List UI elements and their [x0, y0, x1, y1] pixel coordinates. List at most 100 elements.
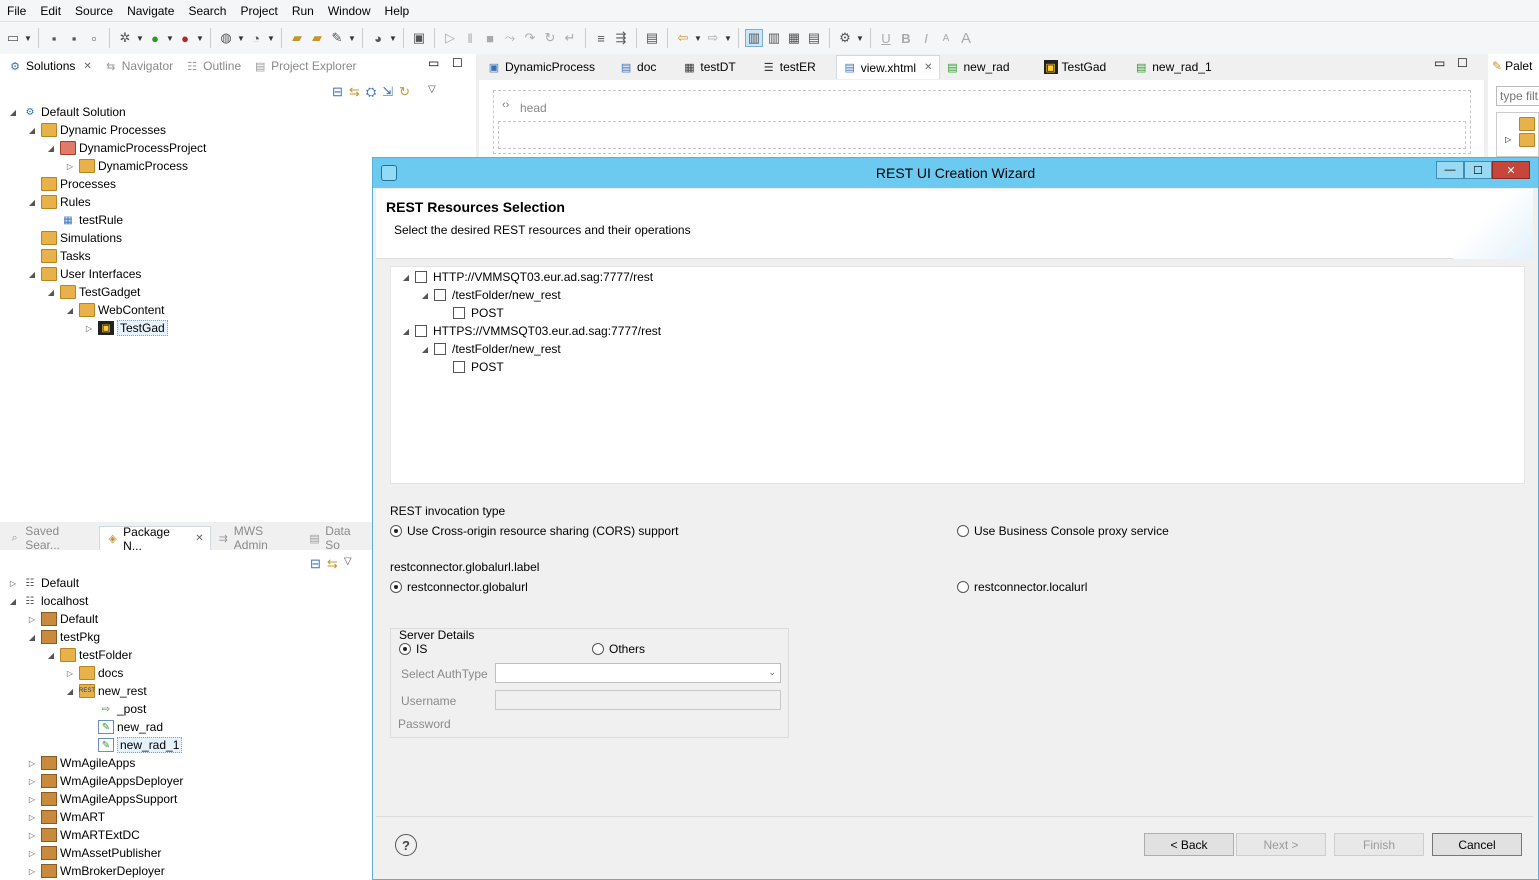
tree-item[interactable]: ⇨ _post: [84, 700, 147, 718]
tree-item[interactable]: ✎ new_rad_1: [84, 736, 183, 754]
chevron-down-icon[interactable]: ▼: [136, 34, 144, 43]
suspend-icon[interactable]: ‖: [461, 29, 479, 47]
layout-horizontal-icon[interactable]: ▥: [745, 29, 763, 47]
tree-item[interactable]: ◢ User Interfaces: [27, 265, 141, 283]
radio-icon[interactable]: [592, 643, 604, 655]
link-editor-icon[interactable]: ⇆: [349, 84, 360, 100]
collapsed-icon[interactable]: ▷: [27, 795, 37, 804]
expanded-icon[interactable]: ◢: [8, 597, 18, 606]
expanded-icon[interactable]: ◢: [401, 327, 411, 336]
resource-node[interactable]: ◢ HTTP://VMMSQT03.eur.ad.sag:7777/rest: [401, 268, 653, 286]
tab-mws-admin[interactable]: ⇉ MWS Admin: [211, 526, 302, 552]
chevron-down-icon[interactable]: ▼: [724, 34, 732, 43]
tab-palette[interactable]: ✎ Palet: [1492, 59, 1532, 73]
tree-item[interactable]: ▷ WmAssetPublisher: [27, 844, 161, 862]
open-folder-icon[interactable]: ▰: [288, 29, 306, 47]
resource-node[interactable]: POST: [439, 304, 504, 322]
is-radio[interactable]: IS: [399, 642, 427, 656]
link-editor-icon[interactable]: ⇆: [327, 556, 338, 572]
tab-testdt[interactable]: ▦ testDT: [676, 55, 741, 79]
expanded-icon[interactable]: ◢: [8, 108, 18, 117]
save-all-icon[interactable]: ▪: [65, 29, 83, 47]
view-menu-icon[interactable]: ▽: [344, 556, 352, 572]
tree-item[interactable]: ◢ Dynamic Processes: [27, 121, 166, 139]
print-icon[interactable]: ▫: [85, 29, 103, 47]
operation-checkbox[interactable]: [453, 361, 465, 373]
resource-checkbox[interactable]: [415, 325, 427, 337]
tree-item[interactable]: ◢ ☷ localhost: [8, 592, 88, 610]
italic-icon[interactable]: I: [917, 29, 935, 47]
tab-data-sources[interactable]: ▤ Data So: [302, 526, 372, 552]
tree-item[interactable]: ▷ ☷ Default: [8, 574, 79, 592]
menu-project[interactable]: Project: [233, 0, 284, 22]
menu-file[interactable]: File: [0, 0, 33, 22]
collapsed-icon[interactable]: ▷: [1505, 135, 1511, 144]
console-icon[interactable]: ▣: [410, 29, 428, 47]
tab-doc[interactable]: ▤ doc: [613, 55, 662, 79]
expanded-icon[interactable]: ◢: [401, 273, 411, 282]
tree-item[interactable]: ▷ WmARTExtDC: [27, 826, 140, 844]
globalurl-radio[interactable]: restconnector.globalurl: [390, 580, 528, 594]
tree-item[interactable]: ▷ WmART: [27, 808, 105, 826]
bold-icon[interactable]: B: [897, 29, 915, 47]
proxy-radio[interactable]: Use Business Console proxy service: [957, 524, 1169, 538]
maximize-icon[interactable]: ☐: [1457, 56, 1468, 70]
step-into-icon[interactable]: ↷: [521, 29, 539, 47]
step-return-icon[interactable]: ↵: [561, 29, 579, 47]
perspective-icon[interactable]: ◕: [369, 29, 387, 47]
tree-item[interactable]: ◢ Rules: [27, 193, 91, 211]
step-over-icon[interactable]: ↻: [541, 29, 559, 47]
tree-item[interactable]: ◢ REST new_rest: [65, 682, 147, 700]
minimize-icon[interactable]: —: [1436, 161, 1464, 179]
open-project-icon[interactable]: ▰: [308, 29, 326, 47]
expanded-icon[interactable]: ◢: [46, 288, 56, 297]
terminate-icon[interactable]: ■: [481, 29, 499, 47]
resource-checkbox[interactable]: [434, 289, 446, 301]
filter-icon[interactable]: ⛭: [366, 84, 376, 100]
finish-button[interactable]: Finish: [1334, 833, 1424, 856]
external-tools-icon[interactable]: ●: [176, 29, 194, 47]
collapsed-icon[interactable]: ▷: [27, 831, 37, 840]
close-icon[interactable]: ✕: [1492, 161, 1530, 179]
dialog-titlebar[interactable]: REST UI Creation Wizard — ☐ ✕: [373, 158, 1538, 188]
collapse-all-icon[interactable]: ⊟: [310, 556, 321, 572]
collapsed-icon[interactable]: ▷: [84, 324, 94, 333]
menu-edit[interactable]: Edit: [33, 0, 68, 22]
chevron-down-icon[interactable]: ▼: [237, 34, 245, 43]
tab-testgad[interactable]: ▣ TestGad: [1038, 55, 1113, 79]
tree-item[interactable]: ▷ ▣ TestGad: [84, 319, 168, 337]
design-canvas[interactable]: ‹› head: [493, 90, 1471, 154]
expanded-icon[interactable]: ◢: [27, 126, 37, 135]
expanded-icon[interactable]: ◢: [27, 270, 37, 279]
auth-type-select[interactable]: ⌄: [495, 663, 781, 683]
collapsed-icon[interactable]: ▷: [27, 777, 37, 786]
chevron-down-icon[interactable]: ▼: [196, 34, 204, 43]
collapsed-icon[interactable]: ▷: [27, 867, 37, 876]
menu-help[interactable]: Help: [378, 0, 417, 22]
tree-item[interactable]: ▷ WmAgileApps: [27, 754, 135, 772]
collapsed-icon[interactable]: ▷: [65, 669, 75, 678]
expanded-icon[interactable]: ◢: [46, 144, 56, 153]
radio-icon[interactable]: [957, 581, 969, 593]
run-icon[interactable]: ●: [146, 29, 164, 47]
tree-item[interactable]: ▷ Default: [27, 610, 98, 628]
tree-item[interactable]: ▷ WmAgileAppsDeployer: [27, 772, 183, 790]
layout-code-icon[interactable]: ▤: [805, 29, 823, 47]
radio-selected-icon[interactable]: [390, 581, 402, 593]
menu-navigate[interactable]: Navigate: [120, 0, 181, 22]
menu-source[interactable]: Source: [68, 0, 120, 22]
chevron-down-icon[interactable]: ▼: [389, 34, 397, 43]
tree-item[interactable]: ✎ new_rad: [84, 718, 163, 736]
view-menu-icon[interactable]: ▽: [428, 84, 436, 100]
close-icon[interactable]: ✕: [924, 62, 932, 73]
debug-icon[interactable]: ✲: [116, 29, 134, 47]
tab-outline[interactable]: ☷ Outline: [179, 54, 247, 78]
tab-view-xhtml[interactable]: ▤ view.xhtml ✕: [835, 55, 940, 79]
operation-checkbox[interactable]: [453, 307, 465, 319]
chevron-down-icon[interactable]: ▼: [166, 34, 174, 43]
cors-radio[interactable]: Use Cross-origin resource sharing (CORS)…: [390, 524, 678, 538]
tab-new-rad[interactable]: ▤ new_rad: [940, 55, 1016, 79]
chevron-down-icon[interactable]: ▼: [267, 34, 275, 43]
chevron-down-icon[interactable]: ⌄: [768, 667, 776, 678]
layout-image-icon[interactable]: ▦: [785, 29, 803, 47]
